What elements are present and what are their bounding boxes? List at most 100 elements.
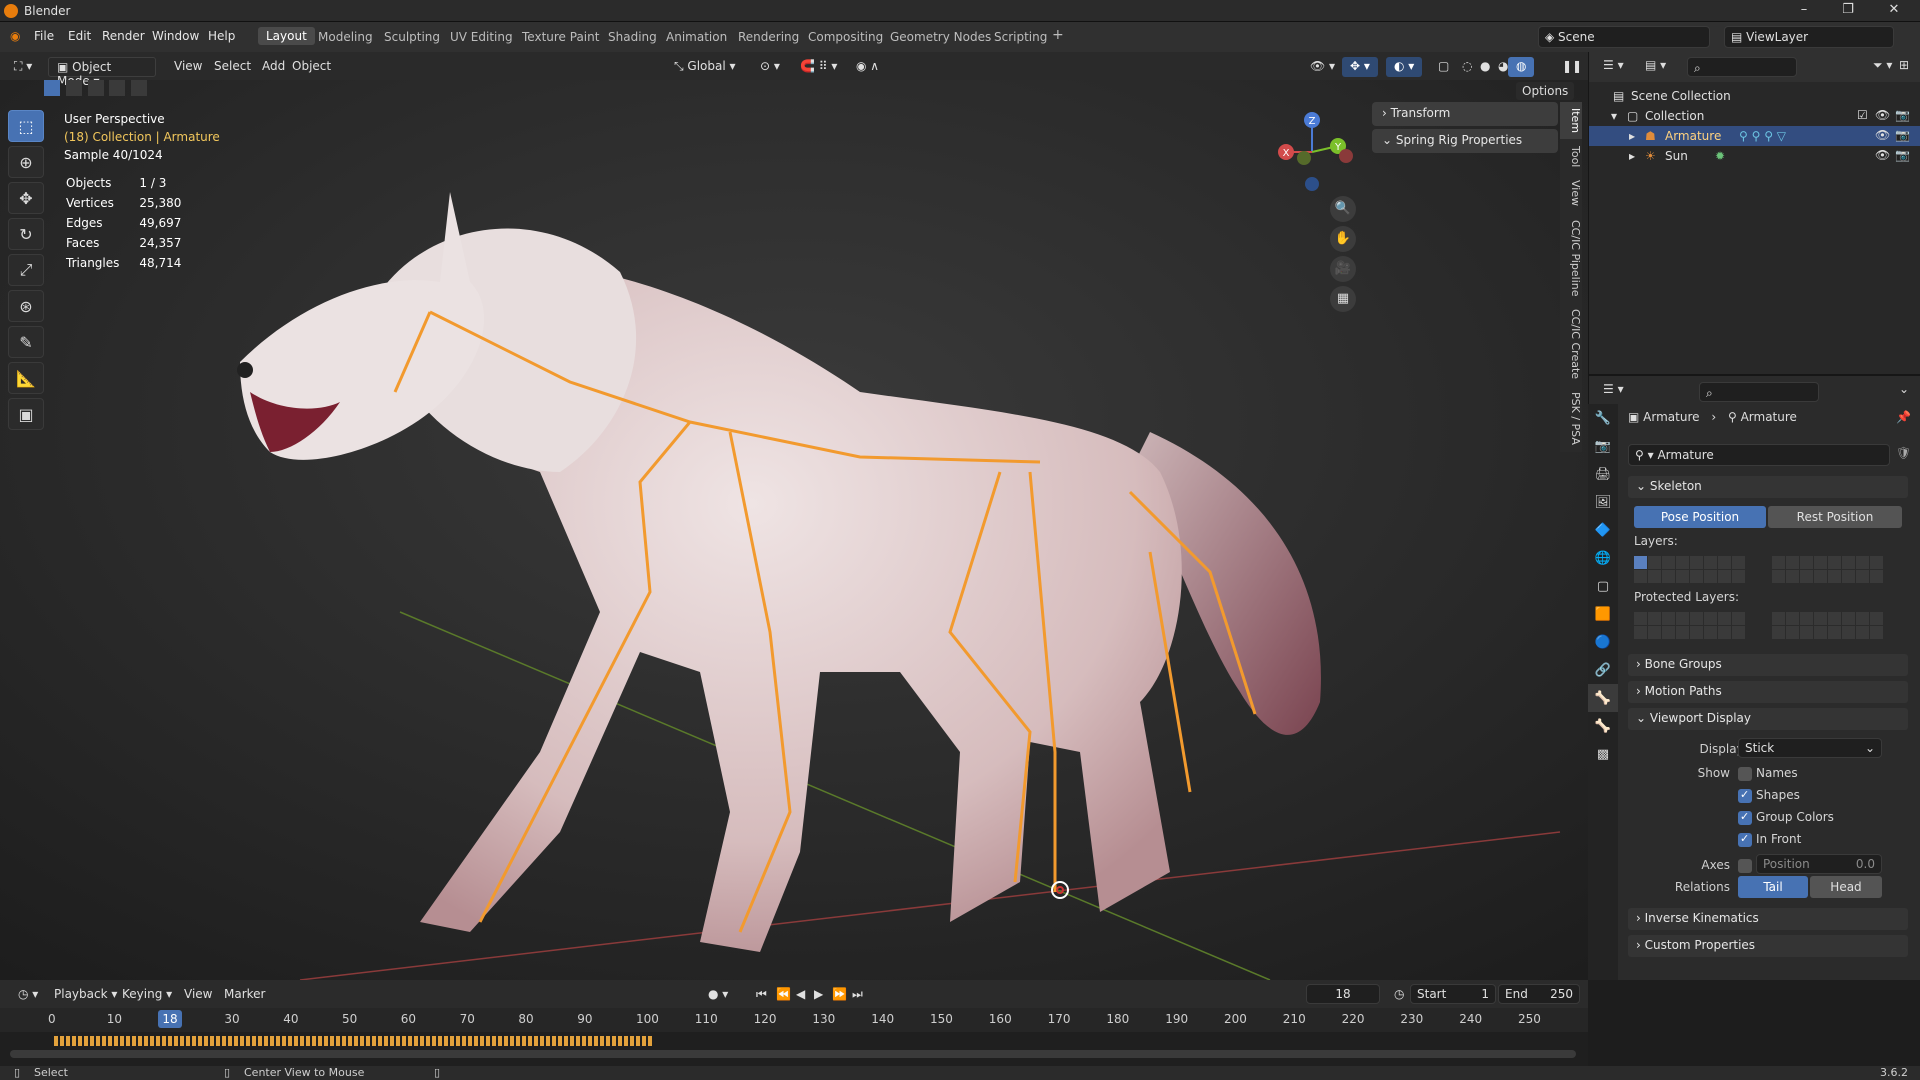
pause-render-icon[interactable]: ❚❚ — [1554, 57, 1590, 77]
shapes-checkbox[interactable] — [1738, 788, 1752, 803]
workspace-tab-sculpting[interactable]: Sculpting — [384, 30, 440, 44]
output-tab-icon[interactable]: 🖨 — [1588, 460, 1618, 488]
render-tab-icon[interactable]: 📷 — [1588, 432, 1618, 460]
end-frame-field[interactable]: End 250 — [1498, 984, 1580, 1004]
current-frame-field[interactable]: 18 — [1306, 984, 1380, 1004]
zoom-icon[interactable]: 🔍 — [1330, 196, 1356, 222]
tab-view[interactable]: View — [1560, 174, 1582, 214]
annotate-tool-icon[interactable]: ✎ — [8, 326, 44, 358]
scene-selector[interactable]: ◈ Scene — [1538, 26, 1710, 48]
workspace-tab-shading[interactable]: Shading — [608, 30, 657, 44]
expand-arrow-icon[interactable]: ▸ — [1629, 149, 1635, 163]
properties-search[interactable]: ⌕ — [1699, 382, 1819, 402]
pin-icon[interactable]: 📌 — [1896, 410, 1911, 424]
snap-icon[interactable]: 🧲 ⠿ ▾ — [792, 57, 845, 77]
protected-layers-grid-a[interactable] — [1634, 612, 1745, 639]
rotate-tool-icon[interactable]: ↻ — [8, 218, 44, 250]
options-dropdown[interactable]: Options — [1516, 82, 1575, 100]
view-layer-selector[interactable]: ▤ ViewLayer — [1724, 26, 1894, 48]
viewport-display-panel-header[interactable]: ⌄ Viewport Display — [1628, 708, 1908, 730]
bone-layers-grid-a[interactable] — [1634, 556, 1745, 583]
minimize-icon[interactable]: – — [1784, 2, 1824, 20]
rendered-shading-icon[interactable]: ◍ — [1508, 57, 1535, 77]
skeleton-panel-header[interactable]: ⌄ Skeleton — [1628, 476, 1908, 498]
overlays-toggle-icon[interactable]: ◐ ▾ — [1386, 57, 1423, 77]
move-tool-icon[interactable]: ✥ — [8, 182, 44, 214]
bone-layers-grid-b[interactable] — [1772, 556, 1883, 583]
hide-eye-icon[interactable]: 👁 — [1875, 148, 1890, 162]
relations-head-button[interactable]: Head — [1810, 876, 1882, 898]
viewport-menu-view[interactable]: View — [166, 57, 210, 77]
outliner-row-collection[interactable]: ▾ ▢ Collection ☑ 👁 📷 — [1589, 106, 1920, 126]
menu-help[interactable]: Help — [208, 29, 235, 43]
names-checkbox[interactable] — [1738, 767, 1752, 781]
bone-tab-icon[interactable]: 🦴 — [1588, 712, 1618, 740]
view-layer-tab-icon[interactable]: 🖼 — [1588, 488, 1618, 516]
viewport-menu-select[interactable]: Select — [206, 57, 259, 77]
datablock-selector[interactable]: ⚲ ▾ Armature — [1628, 444, 1890, 466]
rest-position-button[interactable]: Rest Position — [1768, 506, 1902, 528]
workspace-tab-geometry-nodes[interactable]: Geometry Nodes — [890, 30, 991, 44]
modifiers-tab-icon[interactable]: 🔵 — [1588, 628, 1618, 656]
maximize-icon[interactable]: ❐ — [1828, 2, 1868, 20]
workspace-tab-modeling[interactable]: Modeling — [318, 30, 373, 44]
scene-tab-icon[interactable]: 🔷 — [1588, 516, 1618, 544]
select-new-icon[interactable] — [44, 80, 60, 96]
timeline-editor-icon[interactable]: ◷ ▾ — [10, 985, 46, 1005]
hide-eye-icon[interactable]: 👁 — [1875, 128, 1890, 142]
timeline-ruler[interactable]: 0102030405060708090100110120130140150160… — [0, 1008, 1588, 1032]
menu-edit[interactable]: Edit — [68, 29, 91, 43]
viewport-menu-object[interactable]: Object — [284, 57, 339, 77]
transform-tool-icon[interactable]: ⊛ — [8, 290, 44, 322]
menu-render[interactable]: Render — [102, 29, 145, 43]
display-as-dropdown[interactable]: Stick ⌄ — [1738, 738, 1882, 758]
filter-icon[interactable]: ⏷ ▾ — [1873, 58, 1892, 73]
menu-window[interactable]: Window — [152, 29, 199, 43]
proportional-edit-icon[interactable]: ◉ ∧ — [848, 57, 887, 77]
protected-layers-grid-b[interactable] — [1772, 612, 1883, 639]
tab-psk-psa[interactable]: PSK / PSA — [1560, 386, 1582, 452]
pan-hand-icon[interactable]: ✋ — [1330, 226, 1356, 252]
select-invert-icon[interactable] — [109, 80, 126, 96]
tab-cc-pipeline[interactable]: CC/IC Pipeline — [1560, 213, 1582, 304]
outliner-search[interactable]: ⌕ — [1687, 57, 1797, 77]
measure-tool-icon[interactable]: 📐 — [8, 362, 44, 394]
fake-user-shield-icon[interactable]: 🛡 — [1896, 446, 1911, 460]
properties-editor-icon[interactable]: ☰ ▾ — [1603, 382, 1624, 396]
visibility-icon[interactable]: 👁 ▾ — [1302, 57, 1343, 77]
constraints-tab-icon[interactable]: 🔗 — [1588, 656, 1618, 684]
new-collection-icon[interactable]: ⊞ — [1899, 58, 1909, 72]
keyframe-strip[interactable] — [54, 1036, 654, 1046]
collection-tab-icon[interactable]: ▢ — [1588, 572, 1618, 600]
perspective-toggle-icon[interactable]: ▦ — [1330, 286, 1356, 312]
render-camera-icon[interactable]: 📷 — [1895, 108, 1910, 122]
expand-arrow-icon[interactable]: ▾ — [1611, 109, 1617, 123]
group-colors-checkbox[interactable] — [1738, 810, 1752, 825]
auto-keying-record-icon[interactable]: ● ▾ — [700, 985, 736, 1005]
tool-tab-icon[interactable]: 🔧 — [1588, 404, 1618, 432]
workspace-tab-layout[interactable]: Layout — [258, 27, 315, 45]
menu-file[interactable]: File — [34, 29, 54, 43]
camera-view-icon[interactable]: 🎥 — [1330, 256, 1356, 282]
exclude-checkbox[interactable]: ☑ — [1857, 108, 1868, 122]
render-camera-icon[interactable]: 📷 — [1895, 128, 1910, 142]
blender-menu-icon[interactable]: ◉ — [10, 29, 20, 43]
scale-tool-icon[interactable]: ⤢ — [8, 254, 44, 286]
outliner-row-scene-collection[interactable]: ▤ Scene Collection — [1589, 86, 1920, 106]
preview-range-icon[interactable]: ◷ — [1386, 985, 1412, 1005]
in-front-checkbox[interactable] — [1738, 832, 1752, 847]
expand-arrow-icon[interactable]: ▸ — [1629, 129, 1635, 143]
pivot-point-icon[interactable]: ⊙ ▾ — [752, 57, 788, 77]
workspace-tab-uv-editing[interactable]: UV Editing — [450, 30, 513, 44]
tab-cc-create[interactable]: CC/IC Create — [1560, 303, 1582, 387]
mode-selector[interactable]: ▣ Object Mode ▾ — [48, 57, 156, 88]
hide-eye-icon[interactable]: 👁 — [1875, 108, 1890, 122]
workspace-tab-texture-paint[interactable]: Texture Paint — [522, 30, 599, 44]
timeline-menu-keying[interactable]: Keying ▾ — [114, 985, 180, 1005]
axes-checkbox[interactable] — [1738, 859, 1752, 873]
transform-panel-header[interactable]: › Transform — [1372, 102, 1558, 126]
custom-properties-panel-header[interactable]: › Custom Properties — [1628, 935, 1908, 957]
timeline-menu-marker[interactable]: Marker — [216, 985, 273, 1005]
pose-position-button[interactable]: Pose Position — [1634, 506, 1766, 528]
select-subtract-icon[interactable] — [87, 80, 104, 96]
